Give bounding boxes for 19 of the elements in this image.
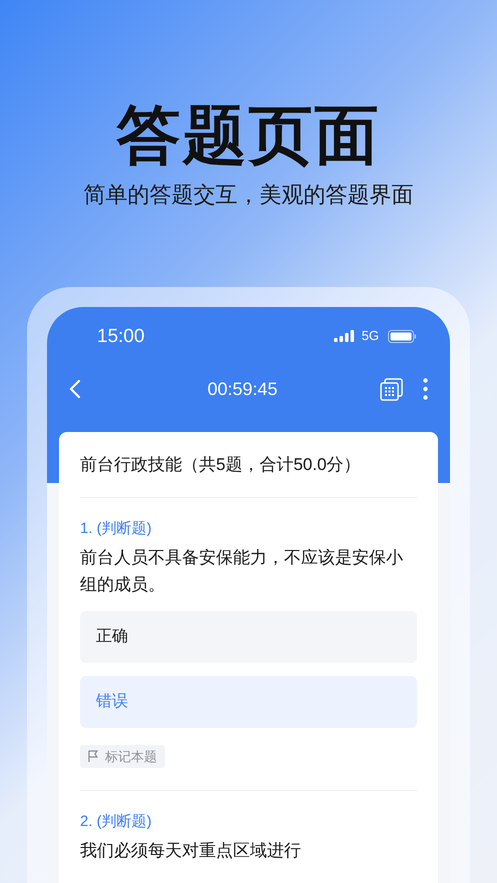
battery-icon <box>388 330 416 342</box>
question-type: 1. (判断题) <box>80 519 153 539</box>
answer-option[interactable]: 正确 <box>80 611 417 663</box>
more-icon[interactable] <box>423 378 428 400</box>
exam-title: 前台行政技能（共5题，合计50.0分） <box>80 432 417 498</box>
answer-sheet-icon[interactable] <box>380 378 403 400</box>
status-time: 15:00 <box>97 324 145 349</box>
answer-option[interactable]: 错误 <box>80 676 417 728</box>
mark-question-button[interactable]: 标记本题 <box>80 745 165 768</box>
question-type: 2. (判断题) <box>80 812 153 832</box>
question-text: 前台人员不具备安保能力，不应该是安保小组的成员。 <box>80 547 404 596</box>
promo-subtitle: 简单的答题交互，美观的答题界面 <box>84 181 414 209</box>
question-text: 我们必须每天对重点区域进行 <box>80 840 302 862</box>
exam-timer: 00:59:45 <box>206 378 279 400</box>
flag-icon <box>88 750 99 763</box>
network-label: 5G <box>362 327 379 346</box>
signal-icon <box>334 330 354 342</box>
back-icon <box>69 379 81 399</box>
promo-title: 答题页面 <box>116 100 380 172</box>
